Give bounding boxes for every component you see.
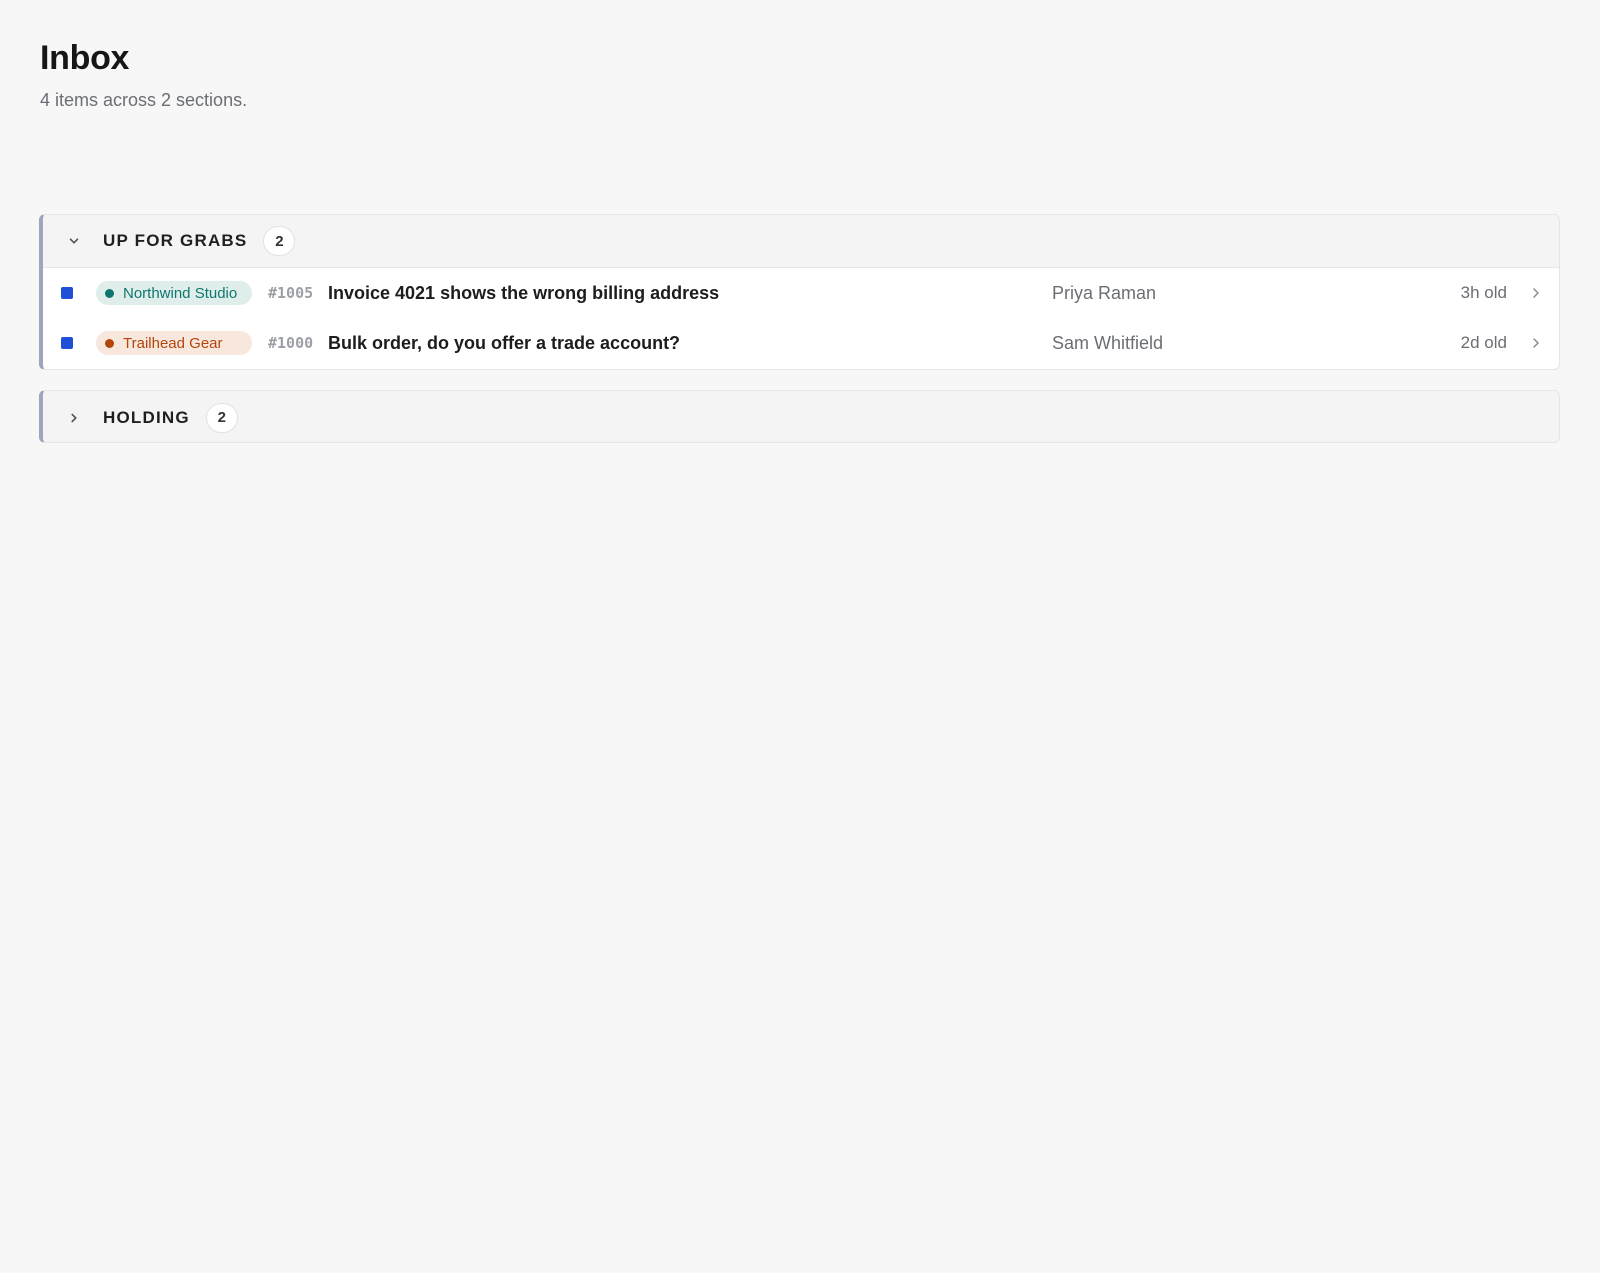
ticket-age: 3h old	[1460, 283, 1507, 302]
page-header: Inbox 4 items across 2 sections.	[40, 36, 247, 112]
section-holding: HOLDING 2	[39, 390, 1560, 443]
section-up-for-grabs: UP FOR GRABS 2 Northwind Studio #1005 In…	[39, 214, 1560, 370]
unread-marker[interactable]	[61, 287, 73, 299]
ticket-subject[interactable]: Invoice 4021 shows the wrong billing add…	[328, 281, 719, 305]
section-title: HOLDING	[103, 407, 190, 427]
ticket-id: #1005	[268, 284, 314, 302]
ticket-customer: Sam Whitfield	[1052, 333, 1164, 353]
customer-tag: Northwind Studio	[96, 281, 252, 305]
page-title: Inbox	[40, 39, 130, 77]
unread-marker[interactable]	[61, 337, 73, 349]
chevron-right-icon[interactable]	[1529, 285, 1543, 301]
inbox-page: Inbox 4 items across 2 sections. UP FOR …	[0, 0, 1600, 1273]
ticket-row[interactable]: Northwind Studio #1005 Invoice 4021 show…	[43, 268, 1559, 318]
section-count-badge: 2	[205, 402, 238, 433]
section-title: UP FOR GRABS	[103, 231, 248, 250]
section-count-badge: 2	[263, 226, 296, 256]
ticket-row[interactable]: Trailhead Gear #1000 Bulk order, do you …	[43, 318, 1559, 368]
page-subtitle: 4 items across 2 sections.	[40, 90, 248, 110]
chevron-right-icon[interactable]	[1529, 335, 1543, 351]
customer-tag: Trailhead Gear	[96, 331, 252, 355]
section-header[interactable]: UP FOR GRABS 2	[43, 215, 1559, 268]
tag-label: Northwind Studio	[123, 284, 238, 302]
tag-dot	[105, 288, 114, 298]
tag-dot	[105, 338, 114, 348]
tag-label: Trailhead Gear	[123, 334, 223, 352]
ticket-subject[interactable]: Bulk order, do you offer a trade account…	[328, 331, 680, 355]
ticket-age: 2d old	[1460, 333, 1507, 352]
ticket-customer: Priya Raman	[1052, 283, 1157, 303]
chevron-down-icon[interactable]	[63, 230, 85, 252]
ticket-id: #1000	[268, 334, 314, 352]
section-header[interactable]: HOLDING 2	[43, 391, 1559, 442]
chevron-right-icon[interactable]	[63, 407, 85, 429]
